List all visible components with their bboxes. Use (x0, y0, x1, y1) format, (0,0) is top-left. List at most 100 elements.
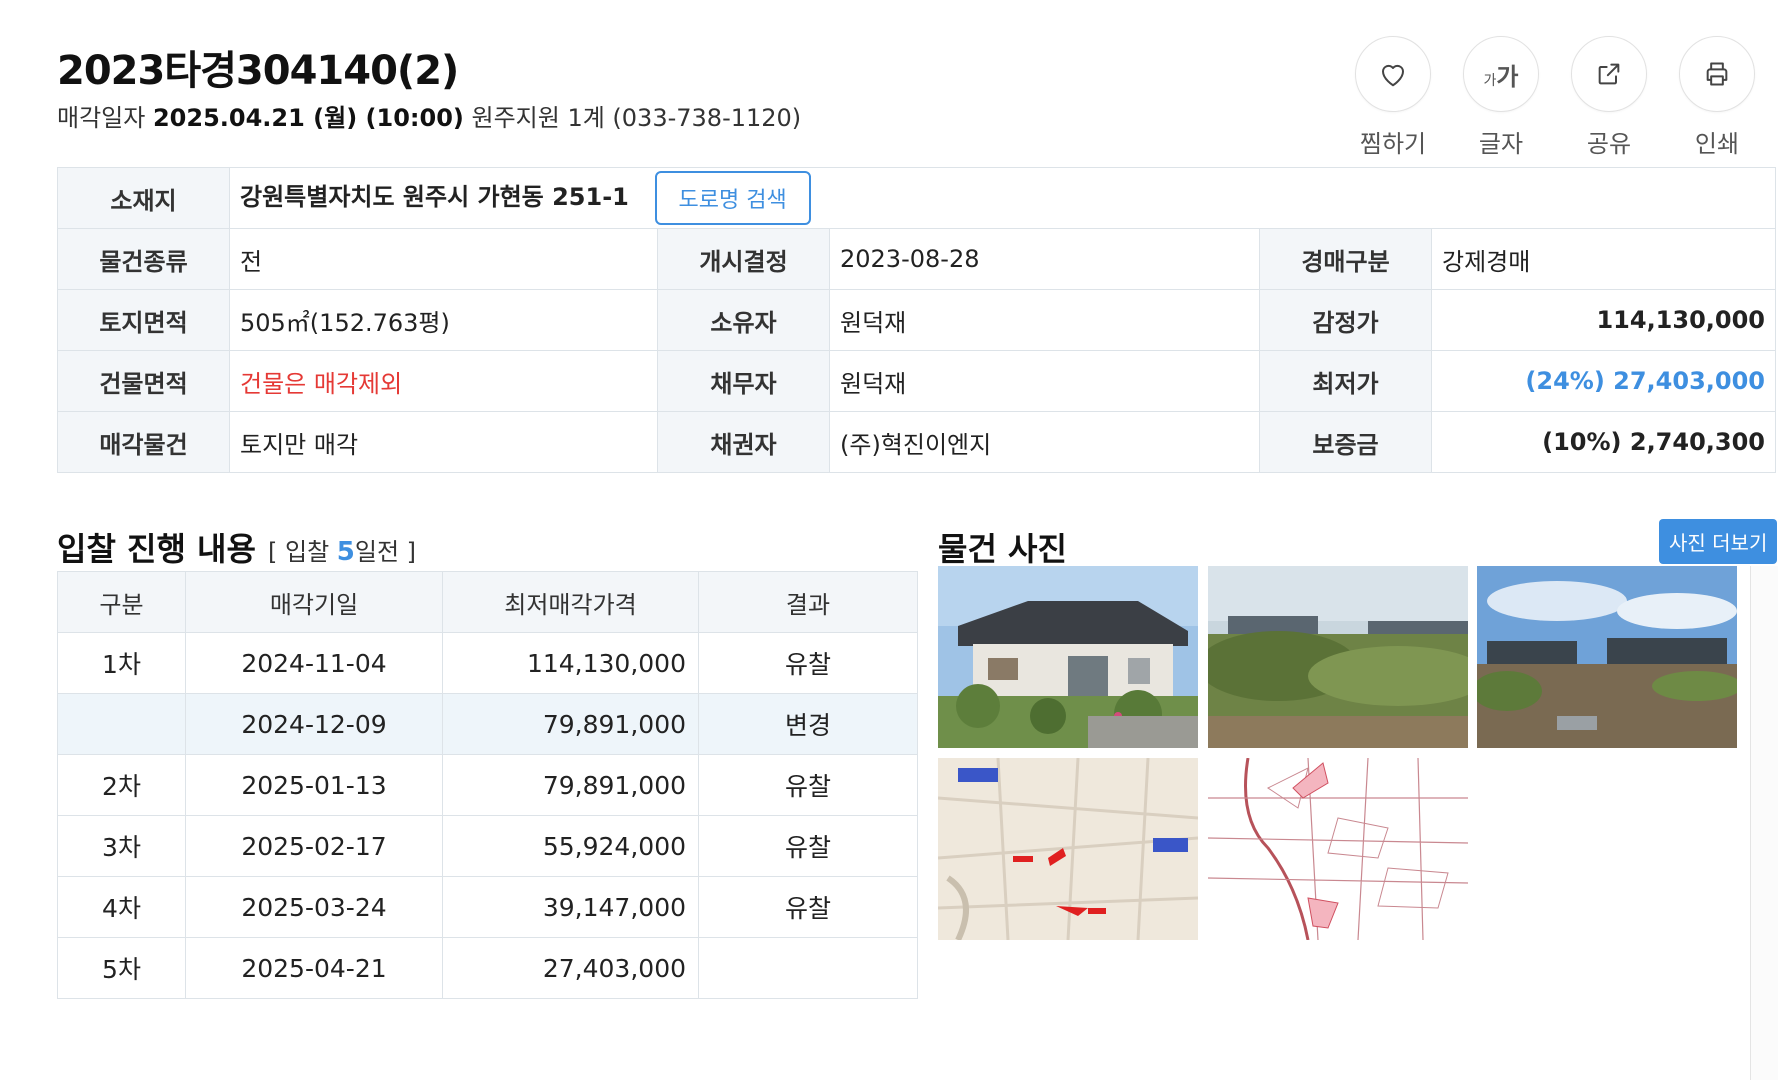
info-value: 토지만 매각 (229, 411, 658, 473)
share-button[interactable]: 공유 (1570, 36, 1648, 159)
more-photos-button[interactable]: 사진 더보기 (1659, 519, 1778, 564)
bid-result: 유찰 (698, 876, 918, 938)
bid-section-title: 입찰 진행 내용 (57, 530, 256, 568)
bid-date: 2025-01-13 (185, 754, 443, 816)
info-label: 최저가 (1259, 350, 1432, 412)
table-row: 1차 2024-11-04 114,130,000 유찰 (57, 632, 918, 694)
bid-note-suffix: 일전 ] (354, 538, 417, 566)
info-label: 채무자 (657, 350, 830, 412)
info-label: 물건종류 (57, 228, 230, 290)
bid-price: 55,924,000 (442, 815, 699, 877)
info-label: 채권자 (657, 411, 830, 473)
info-row: 물건종류 전 개시결정 2023-08-28 경매구분 강제경매 (57, 228, 1776, 290)
info-label: 토지면적 (57, 289, 230, 351)
info-row: 건물면적 건물은 매각제외 채무자 원덕재 최저가 (24%) 27,403,0… (57, 350, 1776, 412)
property-info-table: 소재지 강원특별자치도 원주시 가현동 251-1 도로명 검색 물건종류 전 … (57, 167, 1776, 473)
action-bar: 찜하기 가가 글자 공유 인쇄 (1354, 36, 1756, 159)
info-value: 2023-08-28 (829, 228, 1260, 290)
info-value: 전 (229, 228, 658, 290)
building-excluded-value: 건물은 매각제외 (229, 350, 658, 412)
photo-section-title: 물건 사진 (938, 530, 1067, 568)
info-label: 보증금 (1259, 411, 1432, 473)
location-row: 소재지 강원특별자치도 원주시 가현동 251-1 도로명 검색 (57, 167, 1776, 229)
info-label: 매각물건 (57, 411, 230, 473)
bid-round (57, 693, 186, 755)
info-label: 감정가 (1259, 289, 1432, 351)
share-icon (1598, 63, 1620, 85)
road-search-button[interactable]: 도로명 검색 (654, 171, 811, 225)
info-label: 소유자 (657, 289, 830, 351)
font-size-button[interactable]: 가가 글자 (1462, 36, 1540, 159)
house-photo[interactable] (938, 566, 1198, 748)
info-value: 강제경매 (1431, 228, 1776, 290)
bid-date: 2025-02-17 (185, 815, 443, 877)
location-address: 강원특별자치도 원주시 가현동 251-1 (240, 183, 629, 211)
bid-round: 5차 (57, 937, 186, 999)
column-header: 최저매각가격 (442, 571, 699, 633)
scrollbar[interactable] (1750, 566, 1778, 1080)
column-header: 매각기일 (185, 571, 443, 633)
bid-result: 변경 (698, 693, 918, 755)
bid-price: 39,147,000 (442, 876, 699, 938)
bid-result: 유찰 (698, 815, 918, 877)
bid-note-prefix: [ 입찰 (268, 538, 330, 566)
info-row: 매각물건 토지만 매각 채권자 (주)혁진이엔지 보증금 (10%) 2,740… (57, 411, 1776, 473)
bid-price: 27,403,000 (442, 937, 699, 999)
house-photo-image (938, 566, 1198, 748)
minimum-price-value: (24%) 27,403,000 (1431, 350, 1776, 412)
location-cell: 강원특별자치도 원주시 가현동 251-1 도로명 검색 (229, 167, 1776, 229)
table-row: 5차 2025-04-21 27,403,000 (57, 937, 918, 999)
favorite-label: 찜하기 (1359, 130, 1427, 158)
table-row: 2차 2025-01-13 79,891,000 유찰 (57, 754, 918, 816)
print-icon (1706, 62, 1728, 86)
bid-result: 유찰 (698, 632, 918, 694)
location-label: 소재지 (57, 167, 230, 229)
font-size-label: 글자 (1478, 130, 1524, 158)
field-photo-2-image (1477, 566, 1737, 748)
bid-date: 2024-12-09 (185, 693, 443, 755)
info-label: 건물면적 (57, 350, 230, 412)
field-photo-2[interactable] (1477, 566, 1737, 748)
share-label: 공유 (1586, 130, 1632, 158)
bid-days-count: 5 (336, 537, 355, 567)
cadastral-map-image (1208, 758, 1468, 940)
print-circle[interactable] (1679, 36, 1755, 112)
bid-result (698, 937, 918, 999)
appraisal-value: 114,130,000 (1431, 289, 1776, 351)
deposit-value: (10%) 2,740,300 (1431, 411, 1776, 473)
sale-info: 매각일자 2025.04.21 (월) (10:00) 원주지원 1계 (033… (57, 98, 801, 133)
bid-date: 2025-04-21 (185, 937, 443, 999)
field-photo-1-image (1208, 566, 1468, 748)
bid-date: 2024-11-04 (185, 632, 443, 694)
bid-price: 79,891,000 (442, 754, 699, 816)
info-value: 원덕재 (829, 289, 1260, 351)
field-photo-1[interactable] (1208, 566, 1468, 748)
court-info: 원주지원 1계 (033-738-1120) (471, 104, 802, 132)
bid-price: 79,891,000 (442, 693, 699, 755)
info-label: 경매구분 (1259, 228, 1432, 290)
bid-round: 1차 (57, 632, 186, 694)
table-row: 2024-12-09 79,891,000 변경 (57, 693, 918, 755)
column-header: 구분 (57, 571, 186, 633)
share-circle[interactable] (1571, 36, 1647, 112)
table-row: 3차 2025-02-17 55,924,000 유찰 (57, 815, 918, 877)
bid-round: 3차 (57, 815, 186, 877)
bid-result: 유찰 (698, 754, 918, 816)
favorite-button[interactable]: 찜하기 (1354, 36, 1432, 159)
bid-price: 114,130,000 (442, 632, 699, 694)
cadastral-map[interactable] (1208, 758, 1468, 940)
case-title: 2023타경304140(2) (57, 48, 459, 94)
bid-history-table: 구분 매각기일 최저매각가격 결과 1차 2024-11-04 114,130,… (57, 571, 918, 999)
heart-icon (1382, 64, 1404, 87)
bid-countdown: [ 입찰 5일전 ] (268, 532, 416, 567)
print-button[interactable]: 인쇄 (1678, 36, 1756, 159)
info-label: 개시결정 (657, 228, 830, 290)
info-row: 토지면적 505㎡(152.763평) 소유자 원덕재 감정가 114,130,… (57, 289, 1776, 351)
sale-date-label: 매각일자 (57, 104, 146, 132)
bid-date: 2025-03-24 (185, 876, 443, 938)
location-map[interactable] (938, 758, 1198, 940)
location-map-image (938, 758, 1198, 940)
favorite-circle[interactable] (1355, 36, 1431, 112)
font-size-circle[interactable]: 가가 (1463, 36, 1539, 112)
info-value: (주)혁진이엔지 (829, 411, 1260, 473)
